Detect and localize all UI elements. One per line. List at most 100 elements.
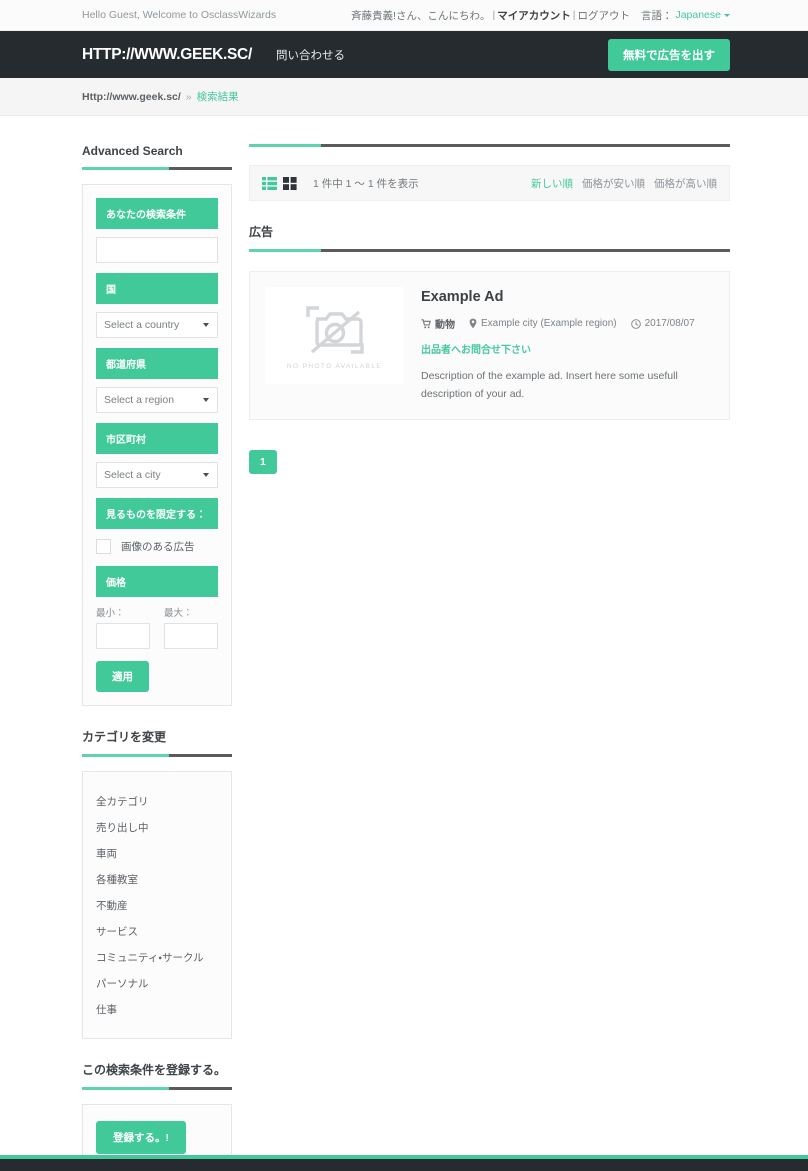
breadcrumb-current: 検索結果 — [196, 91, 239, 103]
category-link-0[interactable]: 全カテゴリ — [96, 796, 149, 808]
country-field-label: 国 — [96, 273, 218, 304]
country-select[interactable]: Select a country — [96, 312, 218, 338]
list-item[interactable]: パーソナル — [96, 970, 218, 996]
no-photo-camera-icon — [305, 306, 364, 354]
with-photo-label: 画像のある広告 — [121, 541, 195, 553]
ad-date-text: 2017/08/07 — [644, 318, 695, 329]
guest-greeting: Hello Guest, Welcome to OsclassWizards — [82, 9, 277, 21]
content-top-rule — [249, 144, 730, 147]
city-select[interactable]: Select a city — [96, 462, 218, 488]
list-view-icon[interactable] — [262, 176, 277, 190]
save-search-heading: この検索条件を登録する。 — [82, 1063, 227, 1077]
ad-location: Example city (Example region) — [469, 318, 617, 329]
price-range-row: 最小： 最大： — [96, 605, 218, 649]
nav-item-contact[interactable]: 問い合わせる — [276, 47, 345, 63]
list-item[interactable]: 売り出し中 — [96, 814, 218, 840]
site-brand-link[interactable]: HTTP://WWW.GEEK.SC/ — [82, 46, 252, 64]
breadcrumb-home-link[interactable]: Http://www.geek.sc/ — [82, 91, 181, 103]
change-category-heading-rule — [82, 754, 232, 757]
sort-links: 新しい順 価格が安い順 価格が高い順 — [531, 176, 717, 191]
ad-list-item[interactable]: NO PHOTO AVAILABLE Example Ad 動物 Example… — [249, 271, 730, 420]
list-item[interactable]: 仕事 — [96, 996, 218, 1022]
price-max-caption: 最大： — [164, 608, 193, 619]
region-select[interactable]: Select a region — [96, 387, 218, 413]
location-pin-icon — [469, 318, 477, 329]
advanced-search-heading-rule — [82, 167, 232, 170]
list-item[interactable]: サービス — [96, 918, 218, 944]
contact-seller-link[interactable]: 出品者へお問合せ下さい — [421, 341, 714, 356]
list-item[interactable]: コミュニティ・サークル — [96, 944, 218, 970]
category-link-8[interactable]: 仕事 — [96, 1004, 117, 1016]
sort-link-price-asc[interactable]: 価格が安い順 — [582, 176, 645, 191]
chevron-down-icon — [203, 323, 209, 327]
ads-section-rule — [249, 249, 730, 252]
category-link-5[interactable]: サービス — [96, 926, 138, 938]
sidebar: Advanced Search あなたの検索条件 国 Select a coun… — [82, 144, 232, 1171]
no-photo-text: NO PHOTO AVAILABLE — [286, 363, 383, 370]
price-min-input[interactable] — [96, 623, 150, 649]
restrict-field-label: 見るものを限定する： — [96, 498, 218, 529]
keyword-field-label: あなたの検索条件 — [96, 198, 218, 229]
country-select-value: Select a country — [104, 319, 180, 331]
pagination-page-1[interactable]: 1 — [249, 449, 277, 474]
breadcrumb: Http://www.geek.sc/ » 検索結果 — [0, 78, 808, 116]
save-search-heading-rule — [82, 1087, 232, 1090]
content-bottom-spacer — [249, 474, 730, 594]
category-link-1[interactable]: 売り出し中 — [96, 822, 149, 834]
my-account-link[interactable]: マイアカウント — [497, 8, 571, 23]
ad-description: Description of the example ad. Insert he… — [421, 370, 678, 401]
ad-thumbnail-placeholder[interactable]: NO PHOTO AVAILABLE — [265, 287, 404, 384]
language-selector[interactable]: Japanese — [675, 9, 730, 21]
category-link-2[interactable]: 車両 — [96, 848, 117, 860]
chevron-down-icon — [203, 473, 209, 477]
region-select-value: Select a region — [104, 394, 175, 406]
list-item[interactable]: 各種教室 — [96, 866, 218, 892]
user-name: 斉藤貴義! — [351, 9, 396, 22]
menu-separator-1: | — [492, 9, 496, 21]
site-footer — [0, 1155, 808, 1171]
advanced-search-heading: Advanced Search — [82, 144, 183, 158]
apply-filters-button[interactable]: 適用 — [96, 661, 149, 692]
user-greeting-suffix: さん、こんにちわ。 — [395, 9, 491, 22]
category-panel: 全カテゴリ 売り出し中 車両 各種教室 不動産 サービス コミュニティ・サークル… — [82, 771, 232, 1039]
list-item[interactable]: 不動産 — [96, 892, 218, 918]
top-utility-bar: Hello Guest, Welcome to OsclassWizards 斉… — [0, 0, 808, 31]
results-toolbar: 1 件中 1 〜 1 件を表示 新しい順 価格が安い順 価格が高い順 — [249, 165, 730, 201]
price-min-caption: 最小： — [96, 608, 125, 619]
list-item[interactable]: 全カテゴリ — [96, 788, 218, 814]
cart-icon — [421, 318, 431, 328]
price-max-input[interactable] — [164, 623, 218, 649]
save-search-button[interactable]: 登録する。! — [96, 1121, 186, 1154]
grid-view-icon[interactable] — [283, 176, 297, 190]
region-field-label: 都道府県 — [96, 348, 218, 379]
publish-ad-button[interactable]: 無料で広告を出す — [608, 38, 730, 71]
city-select-value: Select a city — [104, 469, 161, 481]
clock-icon — [630, 318, 641, 329]
category-link-3[interactable]: 各種教室 — [96, 874, 138, 886]
price-max-group: 最大： — [164, 605, 218, 649]
ad-date: 2017/08/07 — [630, 318, 695, 329]
sort-link-newest[interactable]: 新しい順 — [531, 176, 573, 191]
chevron-down-icon — [203, 398, 209, 402]
with-photo-checkbox-row[interactable]: 画像のある広告 — [96, 537, 218, 556]
category-link-4[interactable]: 不動産 — [96, 900, 128, 912]
city-field-label: 市区町村 — [96, 423, 218, 454]
list-item[interactable]: 車両 — [96, 840, 218, 866]
language-label: 言語： — [640, 9, 673, 22]
result-count-text: 1 件中 1 〜 1 件を表示 — [313, 177, 419, 190]
language-value: Japanese — [675, 9, 721, 21]
ad-title-link[interactable]: Example Ad — [421, 289, 714, 305]
sort-link-price-desc[interactable]: 価格が高い順 — [654, 176, 717, 191]
logout-link[interactable]: ログアウト — [577, 8, 630, 23]
chevron-down-icon — [724, 14, 730, 17]
ad-meta-row: 動物 Example city (Example region) 2017/08… — [421, 316, 714, 331]
pagination: 1 — [249, 449, 730, 474]
keyword-input[interactable] — [96, 237, 218, 263]
category-link-6[interactable]: コミュニティ・サークル — [96, 952, 204, 964]
advanced-search-panel: あなたの検索条件 国 Select a country 都道府県 Select … — [82, 184, 232, 706]
ad-category-name: 動物 — [435, 320, 455, 331]
ad-category: 動物 — [421, 316, 455, 331]
category-link-7[interactable]: パーソナル — [96, 978, 149, 990]
category-list: 全カテゴリ 売り出し中 車両 各種教室 不動産 サービス コミュニティ・サークル… — [96, 788, 218, 1022]
with-photo-checkbox[interactable] — [96, 539, 111, 554]
